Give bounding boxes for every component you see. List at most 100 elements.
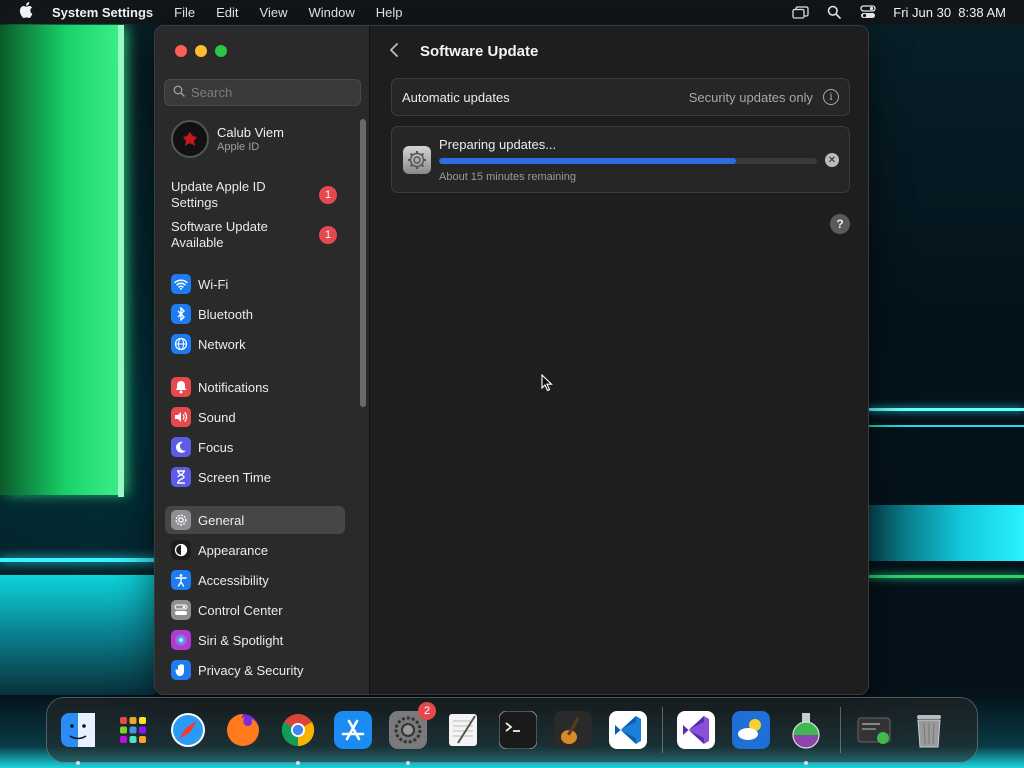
menu-bar: System Settings File Edit View Window He… xyxy=(0,0,1024,24)
cancel-update-button[interactable]: ✕ xyxy=(825,153,839,167)
menu-help[interactable]: Help xyxy=(376,5,403,20)
trash-icon[interactable] xyxy=(906,708,951,753)
bell-icon xyxy=(171,377,191,397)
sidebar-item-label: Notifications xyxy=(198,379,269,395)
sidebar-item-privacy-security[interactable]: Privacy & Security xyxy=(165,656,345,684)
avatar xyxy=(171,120,209,158)
update-progress-fill xyxy=(439,158,736,164)
wallpaper-cyan-line xyxy=(0,558,160,562)
sidebar-item-label: Focus xyxy=(198,439,234,455)
spotlight-search-icon[interactable] xyxy=(825,5,843,19)
menu-window[interactable]: Window xyxy=(308,5,354,20)
globe-icon xyxy=(171,334,191,354)
zoom-window-button[interactable] xyxy=(215,45,227,57)
screen-mirroring-icon[interactable] xyxy=(791,5,809,19)
software-update-gear-icon xyxy=(403,146,431,174)
siri-icon xyxy=(171,630,191,650)
sidebar-item-network[interactable]: Network xyxy=(165,330,345,358)
chrome-icon[interactable] xyxy=(275,708,320,765)
launchpad-icon[interactable] xyxy=(110,708,155,753)
wifi-icon xyxy=(171,274,191,294)
notice-label: Software Update Available xyxy=(171,219,268,250)
mouse-cursor-icon xyxy=(541,373,553,397)
wallpaper-green-edge xyxy=(118,25,124,497)
sidebar-item-label: Control Center xyxy=(198,602,283,618)
firefox-icon[interactable] xyxy=(220,708,265,753)
app-store-icon[interactable] xyxy=(330,708,375,753)
garageband-icon[interactable] xyxy=(550,708,595,753)
help-button[interactable]: ? xyxy=(830,214,850,234)
info-icon[interactable]: i xyxy=(823,89,839,105)
wallpaper-right-line xyxy=(868,408,1024,411)
notice-label: Update Apple ID Settings xyxy=(171,179,266,210)
running-indicator xyxy=(803,760,808,765)
automatic-updates-label: Automatic updates xyxy=(402,89,510,105)
terminal-icon[interactable] xyxy=(495,708,540,753)
control-center-icon xyxy=(171,600,191,620)
textedit-icon[interactable] xyxy=(440,708,485,753)
minimize-window-button[interactable] xyxy=(195,45,207,57)
sidebar-search[interactable] xyxy=(164,79,361,106)
update-progress-card: Preparing updates... About 15 minutes re… xyxy=(391,126,850,193)
visual-studio-icon[interactable] xyxy=(673,708,718,753)
dock-notification-badge: 2 xyxy=(418,701,436,720)
progress-title: Preparing updates... xyxy=(439,137,557,152)
wallpaper-cyan-band xyxy=(0,575,155,695)
moon-icon xyxy=(171,437,191,457)
dock: 2 xyxy=(46,697,978,765)
gear-icon xyxy=(171,510,191,530)
sidebar-item-general[interactable]: General xyxy=(165,506,345,534)
sidebar-item-label: General xyxy=(198,512,245,528)
wallpaper-right-band xyxy=(868,505,1024,561)
downloads-stack-icon[interactable] xyxy=(851,708,896,753)
sidebar-item-notifications[interactable]: Notifications xyxy=(165,373,345,401)
menu-bar-clock[interactable]: Fri Jun 30 8:38 AM xyxy=(893,5,1006,20)
sidebar: Calub Viem Apple ID Update Apple ID Sett… xyxy=(155,26,370,694)
search-input[interactable] xyxy=(191,85,351,100)
safari-icon[interactable] xyxy=(165,708,210,753)
close-window-button[interactable] xyxy=(175,45,187,57)
apple-menu-icon[interactable] xyxy=(0,2,52,22)
sidebar-item-siri-spotlight[interactable]: Siri & Spotlight xyxy=(165,626,345,654)
sidebar-scrollbar[interactable] xyxy=(360,119,366,407)
appearance-icon xyxy=(171,540,191,560)
dock-separator xyxy=(662,707,663,753)
sidebar-item-appearance[interactable]: Appearance xyxy=(165,536,345,564)
running-indicator xyxy=(295,760,300,765)
apple-id-account[interactable]: Calub Viem Apple ID xyxy=(171,120,284,158)
vscode-icon[interactable] xyxy=(605,708,650,753)
dock-separator xyxy=(840,707,841,753)
sidebar-item-wi-fi[interactable]: Wi-Fi xyxy=(165,270,345,298)
finder-icon[interactable] xyxy=(55,708,100,765)
weather-icon[interactable] xyxy=(728,708,773,753)
flask-app-icon[interactable] xyxy=(783,708,828,765)
automatic-updates-row: Automatic updates Security updates only … xyxy=(391,78,850,116)
question-mark-icon: ? xyxy=(836,217,844,231)
sidebar-item-bluetooth[interactable]: Bluetooth xyxy=(165,300,345,328)
sidebar-item-focus[interactable]: Focus xyxy=(165,433,345,461)
speaker-icon xyxy=(171,407,191,427)
back-button[interactable] xyxy=(389,42,405,62)
notice-badge: 1 xyxy=(319,186,337,204)
menu-file[interactable]: File xyxy=(174,5,195,20)
menu-app-name[interactable]: System Settings xyxy=(52,5,153,20)
close-icon: ✕ xyxy=(827,154,837,166)
sidebar-item-sound[interactable]: Sound xyxy=(165,403,345,431)
wallpaper-right-line xyxy=(868,425,1024,427)
system-settings-window: Calub Viem Apple ID Update Apple ID Sett… xyxy=(154,25,869,695)
page-title: Software Update xyxy=(420,43,539,60)
system-settings-icon[interactable]: 2 xyxy=(385,701,436,765)
sidebar-item-label: Network xyxy=(198,336,246,352)
sidebar-item-screen-time[interactable]: Screen Time xyxy=(165,463,345,491)
update-apple-id-notice[interactable]: Update Apple ID Settings 1 xyxy=(171,179,351,211)
sidebar-item-accessibility[interactable]: Accessibility xyxy=(165,566,345,594)
account-name: Calub Viem xyxy=(217,125,284,140)
software-update-available-notice[interactable]: Software Update Available 1 xyxy=(171,219,351,251)
notice-badge: 1 xyxy=(319,226,337,244)
menu-edit[interactable]: Edit xyxy=(216,5,238,20)
control-center-icon[interactable] xyxy=(859,5,877,19)
menu-view[interactable]: View xyxy=(260,5,288,20)
sidebar-item-control-center[interactable]: Control Center xyxy=(165,596,345,624)
software-update-pane: Software Update Automatic updates Securi… xyxy=(371,26,868,694)
chevron-left-icon xyxy=(389,42,399,62)
